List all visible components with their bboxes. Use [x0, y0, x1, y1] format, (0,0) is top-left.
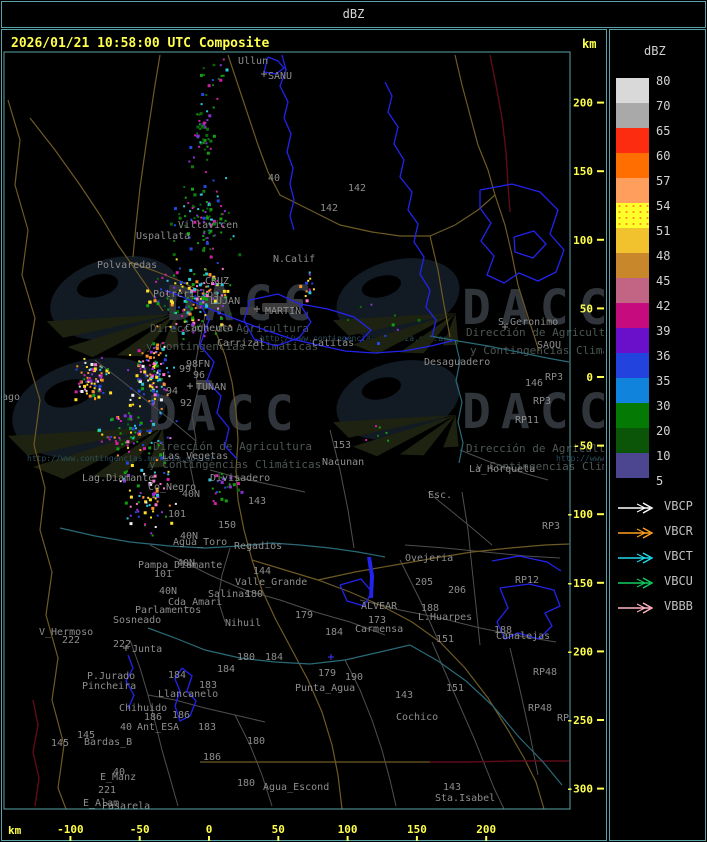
- scale-label-51: 51: [656, 224, 671, 238]
- y-axis-unit-label: km: [582, 37, 597, 51]
- vector-row-VBCT: VBCT: [616, 550, 693, 564]
- vector-arrow-icon: [618, 602, 654, 614]
- vector-label: VBCT: [664, 549, 693, 563]
- scale-label-20: 20: [656, 424, 671, 438]
- vector-row-VBCR: VBCR: [616, 525, 693, 539]
- vector-arrow-icon: [618, 577, 654, 589]
- scale-swatch-57: [616, 178, 649, 203]
- scale-swatch-60: [616, 153, 649, 178]
- scale-label-65: 65: [656, 124, 671, 138]
- scale-swatch-42: [616, 303, 649, 328]
- scale-label-70: 70: [656, 99, 671, 113]
- scale-swatch-39: [616, 328, 649, 353]
- scale-label-57: 57: [656, 174, 671, 188]
- scale-swatch-35: [616, 378, 649, 403]
- scale-swatch-70: [616, 103, 649, 128]
- scale-label-39: 39: [656, 324, 671, 338]
- vector-arrow-icon: [618, 552, 654, 564]
- vector-row-VBCU: VBCU: [616, 575, 693, 589]
- scale-label-45: 45: [656, 274, 671, 288]
- scale-label-30: 30: [656, 399, 671, 413]
- scale-swatch-36: [616, 353, 649, 378]
- scale-label-80: 80: [656, 74, 671, 88]
- scale-swatch-51: [616, 228, 649, 253]
- scale-swatch-48: [616, 253, 649, 278]
- scale-swatch-65: [616, 128, 649, 153]
- vector-label: VBCU: [664, 574, 693, 588]
- vector-label: VBCR: [664, 524, 693, 538]
- vector-row-VBBB: VBBB: [616, 600, 693, 614]
- scale-label-54: 54: [656, 199, 671, 213]
- color-scale: [616, 78, 649, 478]
- scale-label-60: 60: [656, 149, 671, 163]
- scale-label-36: 36: [656, 349, 671, 363]
- vector-label: VBCP: [664, 499, 693, 513]
- vector-arrow-icon: [618, 527, 654, 539]
- scale-label-42: 42: [656, 299, 671, 313]
- scale-swatch-20: [616, 428, 649, 453]
- map-panel: 2026/01/21 10:58:00 UTC Composite km: [1, 29, 607, 841]
- window-title: dBZ: [342, 7, 365, 21]
- legend-panel: dBZ VBCP VBCR VBCT VBCU VBBB 80 70 65 60 57 54 51 4…: [609, 29, 706, 841]
- scale-label-48: 48: [656, 249, 671, 263]
- title-bar: dBZ: [1, 1, 706, 28]
- scale-swatch-10: [616, 453, 649, 478]
- vector-arrow-icon: [618, 502, 654, 514]
- scale-label-35: 35: [656, 374, 671, 388]
- timestamp-label: 2026/01/21 10:58:00 UTC Composite: [11, 36, 270, 51]
- scale-swatch-54: [616, 203, 649, 228]
- vector-row-VBCP: VBCP: [616, 500, 693, 514]
- legend-title: dBZ: [644, 44, 666, 58]
- scale-swatch-45: [616, 278, 649, 303]
- scale-swatch-30: [616, 403, 649, 428]
- scale-label-10: 10: [656, 449, 671, 463]
- scale-swatch-80: [616, 78, 649, 103]
- radar-app-window: dBZ 2026/01/21 10:58:00 UTC Composite km…: [0, 0, 707, 842]
- scale-label-bottom: 5: [656, 474, 664, 488]
- vector-label: VBBB: [664, 599, 693, 613]
